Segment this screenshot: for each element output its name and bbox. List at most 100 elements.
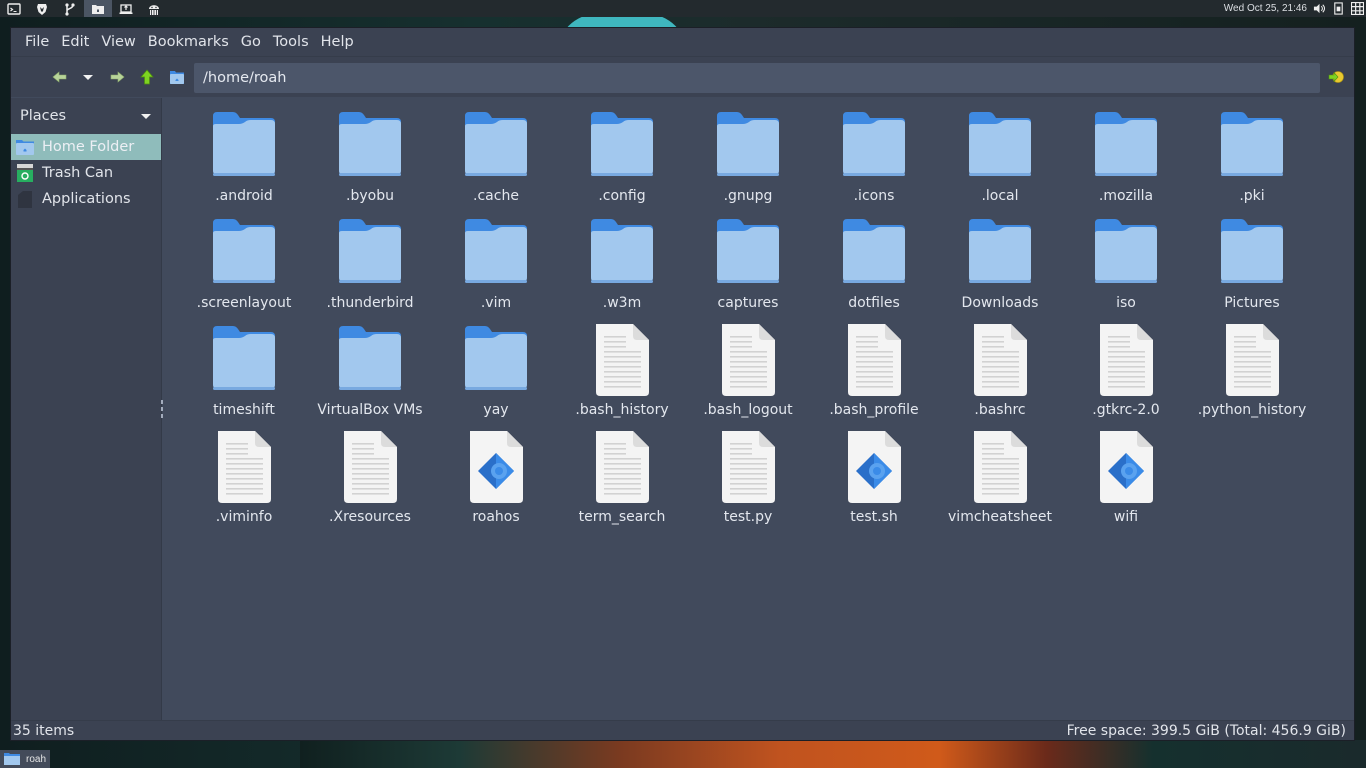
- menu-edit[interactable]: Edit: [55, 28, 95, 56]
- file-item[interactable]: .Xresources: [307, 431, 433, 538]
- folder-item[interactable]: dotfiles: [811, 217, 937, 324]
- file-name-label: wifi: [1113, 509, 1139, 525]
- file-item[interactable]: test.py: [685, 431, 811, 538]
- menu-bookmarks[interactable]: Bookmarks: [142, 28, 235, 56]
- sidebar-item-trash-can[interactable]: Trash Can: [11, 160, 161, 186]
- sidebar-item-label: Home Folder: [42, 139, 135, 155]
- go-button[interactable]: [1326, 67, 1346, 87]
- text-file-icon: [1217, 324, 1287, 396]
- folder-item[interactable]: .byobu: [307, 110, 433, 217]
- file-name-label: Downloads: [961, 295, 1039, 311]
- folder-item[interactable]: VirtualBox VMs: [307, 324, 433, 431]
- file-item[interactable]: .bash_profile: [811, 324, 937, 431]
- sidebar-item-label: Trash Can: [42, 165, 114, 181]
- taskbar-item-roah[interactable]: roah: [0, 750, 50, 768]
- menu-tools[interactable]: Tools: [267, 28, 315, 56]
- back-button[interactable]: [50, 67, 70, 87]
- file-item[interactable]: term_search: [559, 431, 685, 538]
- folder-item[interactable]: .local: [937, 110, 1063, 217]
- folder-item[interactable]: .cache: [433, 110, 559, 217]
- chevron-down-icon[interactable]: [141, 113, 151, 119]
- forward-button[interactable]: [107, 67, 127, 87]
- file-item[interactable]: vimcheatsheet: [937, 431, 1063, 538]
- folder-icon: [713, 217, 783, 289]
- terminal-icon[interactable]: [0, 0, 28, 17]
- folder-icon: [335, 217, 405, 289]
- folder-item[interactable]: .screenlayout: [181, 217, 307, 324]
- file-name-label: .pki: [1239, 188, 1265, 204]
- folder-icon: [839, 217, 909, 289]
- battery-icon[interactable]: [1332, 2, 1345, 15]
- text-file-icon: [965, 324, 1035, 396]
- folder-item[interactable]: .w3m: [559, 217, 685, 324]
- text-file-icon: [965, 431, 1035, 503]
- folder-item[interactable]: .mozilla: [1063, 110, 1189, 217]
- cupcake-icon[interactable]: [140, 0, 168, 17]
- folder-item[interactable]: iso: [1063, 217, 1189, 324]
- file-name-label: dotfiles: [848, 295, 900, 311]
- folder-icon: [965, 110, 1035, 182]
- folder-item[interactable]: .gnupg: [685, 110, 811, 217]
- folder-item[interactable]: .thunderbird: [307, 217, 433, 324]
- menu-file[interactable]: File: [19, 28, 55, 56]
- file-name-label: captures: [717, 295, 779, 311]
- home-button[interactable]: [167, 67, 187, 87]
- file-item[interactable]: test.sh: [811, 431, 937, 538]
- folder-item[interactable]: .vim: [433, 217, 559, 324]
- workspace-grid-icon[interactable]: [1351, 2, 1364, 15]
- file-name-label: .w3m: [602, 295, 642, 311]
- brave-browser-icon[interactable]: [28, 0, 56, 17]
- location-path: /home/roah: [203, 70, 287, 86]
- file-item[interactable]: .python_history: [1189, 324, 1315, 431]
- file-name-label: .mozilla: [1098, 188, 1154, 204]
- top-panel: Wed Oct 25, 21:46: [0, 0, 1366, 17]
- folder-item[interactable]: captures: [685, 217, 811, 324]
- clock[interactable]: Wed Oct 25, 21:46: [1224, 3, 1307, 14]
- file-manager-icon[interactable]: [84, 0, 112, 17]
- git-branch-icon[interactable]: [56, 0, 84, 17]
- file-name-label: .bash_profile: [829, 402, 919, 418]
- text-file-icon: [713, 431, 783, 503]
- file-item[interactable]: roahos: [433, 431, 559, 538]
- folder-item[interactable]: .icons: [811, 110, 937, 217]
- item-count: 35 items: [13, 722, 75, 739]
- menu-view[interactable]: View: [95, 28, 141, 56]
- file-name-label: test.sh: [850, 509, 898, 525]
- history-dropdown-button[interactable]: [78, 67, 98, 87]
- file-name-label: .gnupg: [723, 188, 773, 204]
- sidebar-item-home-folder[interactable]: Home Folder: [11, 134, 161, 160]
- file-name-label: .Xresources: [329, 509, 411, 525]
- folder-item[interactable]: Downloads: [937, 217, 1063, 324]
- folder-item[interactable]: yay: [433, 324, 559, 431]
- folder-item[interactable]: Pictures: [1189, 217, 1315, 324]
- file-item[interactable]: .gtkrc-2.0: [1063, 324, 1189, 431]
- file-name-label: .gtkrc-2.0: [1092, 402, 1160, 418]
- file-name-label: .bash_logout: [703, 402, 793, 418]
- file-item[interactable]: .bash_history: [559, 324, 685, 431]
- folder-icon: [965, 217, 1035, 289]
- status-bar: 35 items Free space: 399.5 GiB (Total: 4…: [11, 720, 1354, 740]
- folder-item[interactable]: timeshift: [181, 324, 307, 431]
- volume-icon[interactable]: [1313, 2, 1326, 15]
- file-name-label: .bash_history: [575, 402, 669, 418]
- up-button[interactable]: [137, 67, 157, 87]
- file-name-label: .bashrc: [974, 402, 1026, 418]
- menu-help[interactable]: Help: [315, 28, 360, 56]
- script-file-icon: [461, 431, 531, 503]
- location-input[interactable]: /home/roah: [194, 63, 1320, 93]
- file-grid: .android .byobu .cache .config .gnupg .icons.…: [181, 110, 1315, 538]
- file-name-label: Pictures: [1224, 295, 1280, 311]
- file-name-label: VirtualBox VMs: [317, 402, 423, 418]
- sidebar-item-applications[interactable]: Applications: [11, 186, 161, 212]
- file-icon-view: .android .byobu .cache .config .gnupg .icons.…: [163, 98, 1354, 720]
- file-item[interactable]: .bashrc: [937, 324, 1063, 431]
- file-item[interactable]: .viminfo: [181, 431, 307, 538]
- folder-item[interactable]: .config: [559, 110, 685, 217]
- places-header[interactable]: Places: [11, 98, 161, 134]
- folder-item[interactable]: .pki: [1189, 110, 1315, 217]
- file-item[interactable]: .bash_logout: [685, 324, 811, 431]
- file-item[interactable]: wifi: [1063, 431, 1189, 538]
- menu-go[interactable]: Go: [235, 28, 267, 56]
- folder-item[interactable]: .android: [181, 110, 307, 217]
- laptop-upload-icon[interactable]: [112, 0, 140, 17]
